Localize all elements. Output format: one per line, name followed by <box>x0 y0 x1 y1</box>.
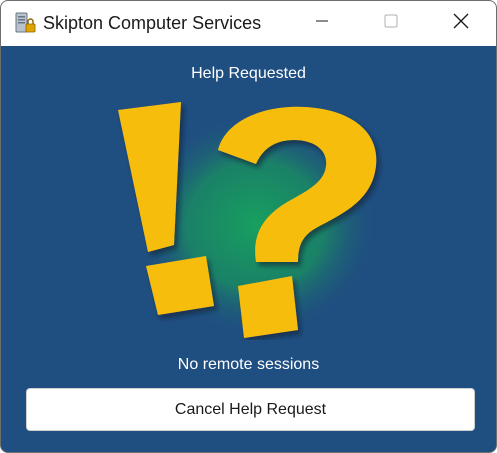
cancel-help-request-button[interactable]: Cancel Help Request <box>26 388 475 431</box>
sessions-status-text: No remote sessions <box>177 356 320 373</box>
maximize-button[interactable] <box>367 1 415 46</box>
minimize-icon <box>315 14 329 33</box>
close-button[interactable] <box>437 1 485 46</box>
exclamation-question-icon <box>106 100 396 340</box>
maximize-icon <box>384 14 398 33</box>
minimize-button[interactable] <box>298 1 346 46</box>
window-title: Skipton Computer Services <box>43 13 262 33</box>
status-title: Help Requested <box>191 65 306 82</box>
main-panel: Help Requested No remote sessions Cancel… <box>1 46 496 452</box>
server-lock-icon <box>13 11 37 35</box>
title-bar[interactable]: Skipton Computer Services <box>1 1 496 46</box>
app-window: Skipton Computer Services Help Requested <box>0 0 497 453</box>
close-icon <box>453 13 469 34</box>
